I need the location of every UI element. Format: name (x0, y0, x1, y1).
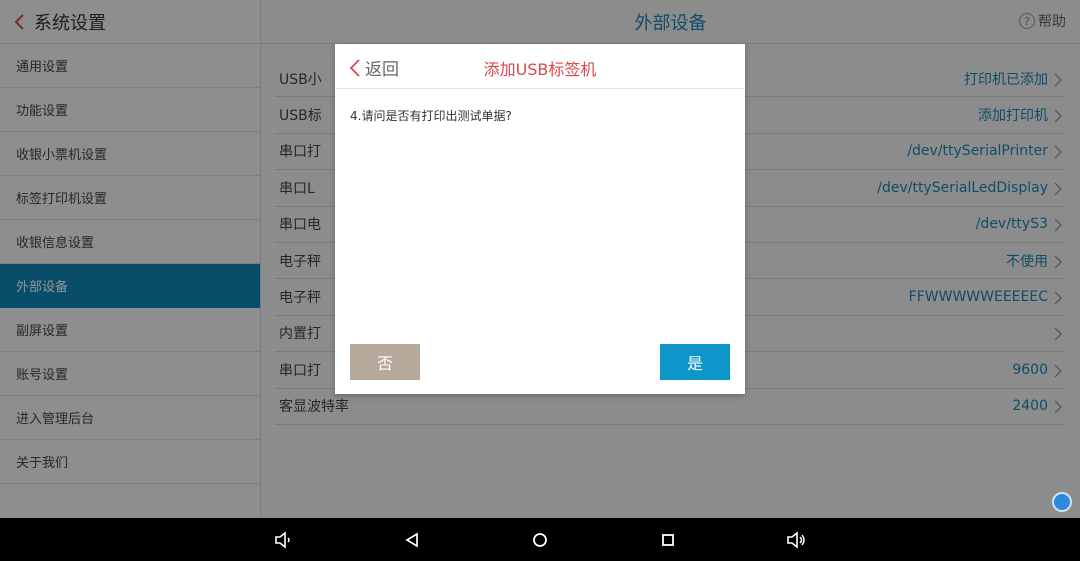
sidebar-item-label: 进入管理后台 (16, 412, 95, 427)
sidebar-item-about[interactable]: 关于我们 (0, 440, 260, 484)
no-button[interactable]: 否 (350, 344, 420, 380)
volume-down-icon[interactable] (272, 529, 294, 551)
sidebar-item-account[interactable]: 账号设置 (0, 352, 260, 396)
chevron-right-icon (1052, 363, 1064, 378)
chevron-right-icon (1052, 326, 1064, 341)
row-label: 串口打 (279, 144, 321, 161)
chevron-right-icon (1052, 108, 1064, 123)
row-value: 添加打印机 (978, 108, 1048, 125)
sidebar-item-label: 功能设置 (16, 104, 69, 119)
row-label: 串口L (279, 180, 315, 197)
chevron-right-icon (1052, 290, 1064, 305)
sidebar-item-external-devices[interactable]: 外部设备 (0, 264, 260, 308)
sidebar-title: 系统设置 (34, 12, 106, 34)
help-button[interactable]: ? 帮助 (1019, 11, 1066, 31)
main-header: 外部设备 ? 帮助 (261, 0, 1080, 44)
sidebar-item-label: 收银小票机设置 (16, 148, 108, 163)
row-label: 串口电 (279, 217, 321, 234)
sidebar-header[interactable]: 系统设置 (0, 0, 260, 44)
row-label: 串口打 (279, 362, 321, 379)
row-label: USB标 (279, 108, 322, 125)
sidebar-item-label: 账号设置 (16, 368, 69, 383)
chevron-right-icon (1052, 144, 1064, 159)
sidebar-item-label-printer[interactable]: 标签打印机设置 (0, 176, 260, 220)
triangle-back-icon[interactable] (401, 529, 423, 551)
row-value: /dev/ttyS3 (975, 216, 1048, 233)
help-label: 帮助 (1038, 14, 1066, 30)
row-label: 内置打 (279, 326, 321, 343)
sidebar-item-cashier-info[interactable]: 收银信息设置 (0, 220, 260, 264)
question-circle-icon: ? (1019, 13, 1035, 29)
row-value: 9600 (1012, 361, 1048, 378)
dialog-question: 4.请问是否有打印出测试单据? (350, 109, 512, 123)
row-label: 客显波特率 (279, 399, 349, 416)
dialog-header: 返回 添加USB标签机 (335, 44, 745, 89)
sidebar-item-label: 外部设备 (16, 280, 69, 295)
yes-button[interactable]: 是 (660, 344, 730, 380)
row-value: /dev/ttySerialPrinter (907, 143, 1048, 160)
sidebar-item-admin-backend[interactable]: 进入管理后台 (0, 396, 260, 440)
page-title: 外部设备 (634, 12, 707, 34)
row-label: 电子秤 (279, 253, 321, 270)
system-navigation-bar (0, 518, 1080, 561)
square-recents-icon[interactable] (657, 529, 679, 551)
chevron-right-icon (1052, 217, 1064, 232)
add-usb-label-printer-dialog: 返回 添加USB标签机 4.请问是否有打印出测试单据? 否 是 (335, 44, 745, 394)
volume-up-icon[interactable] (785, 529, 807, 551)
row-value: 2400 (1012, 398, 1048, 415)
circle-home-icon[interactable] (529, 529, 551, 551)
sidebar-item-label: 收银信息设置 (16, 236, 95, 251)
row-value: /dev/ttySerialLedDisplay (877, 179, 1048, 196)
row-label: USB小 (279, 71, 322, 88)
chevron-right-icon (1052, 181, 1064, 196)
sidebar-item-label: 副屏设置 (16, 324, 69, 339)
chevron-right-icon (1052, 399, 1064, 414)
sidebar-item-label: 关于我们 (16, 456, 69, 471)
row-value: 不使用 (1006, 253, 1048, 270)
row-value: FFWWWWWEEEEEC (908, 289, 1048, 306)
sidebar: 系统设置 通用设置 功能设置 收银小票机设置 标签打印机设置 收银信息设置 外部… (0, 0, 261, 518)
sidebar-item-functions[interactable]: 功能设置 (0, 88, 260, 132)
sidebar-item-receipt-printer[interactable]: 收银小票机设置 (0, 132, 260, 176)
sidebar-item-general[interactable]: 通用设置 (0, 44, 260, 88)
chevron-right-icon (1052, 254, 1064, 269)
chevron-left-icon[interactable] (10, 11, 32, 33)
sidebar-item-label: 通用设置 (16, 60, 69, 75)
floating-assistant-icon[interactable] (1052, 492, 1072, 512)
dialog-title: 添加USB标签机 (483, 60, 597, 79)
row-value: 打印机已添加 (964, 71, 1048, 88)
chevron-right-icon (1052, 72, 1064, 87)
sidebar-item-label: 标签打印机设置 (16, 192, 108, 207)
row-label: 电子秤 (279, 290, 321, 307)
sidebar-item-secondary-screen[interactable]: 副屏设置 (0, 308, 260, 352)
